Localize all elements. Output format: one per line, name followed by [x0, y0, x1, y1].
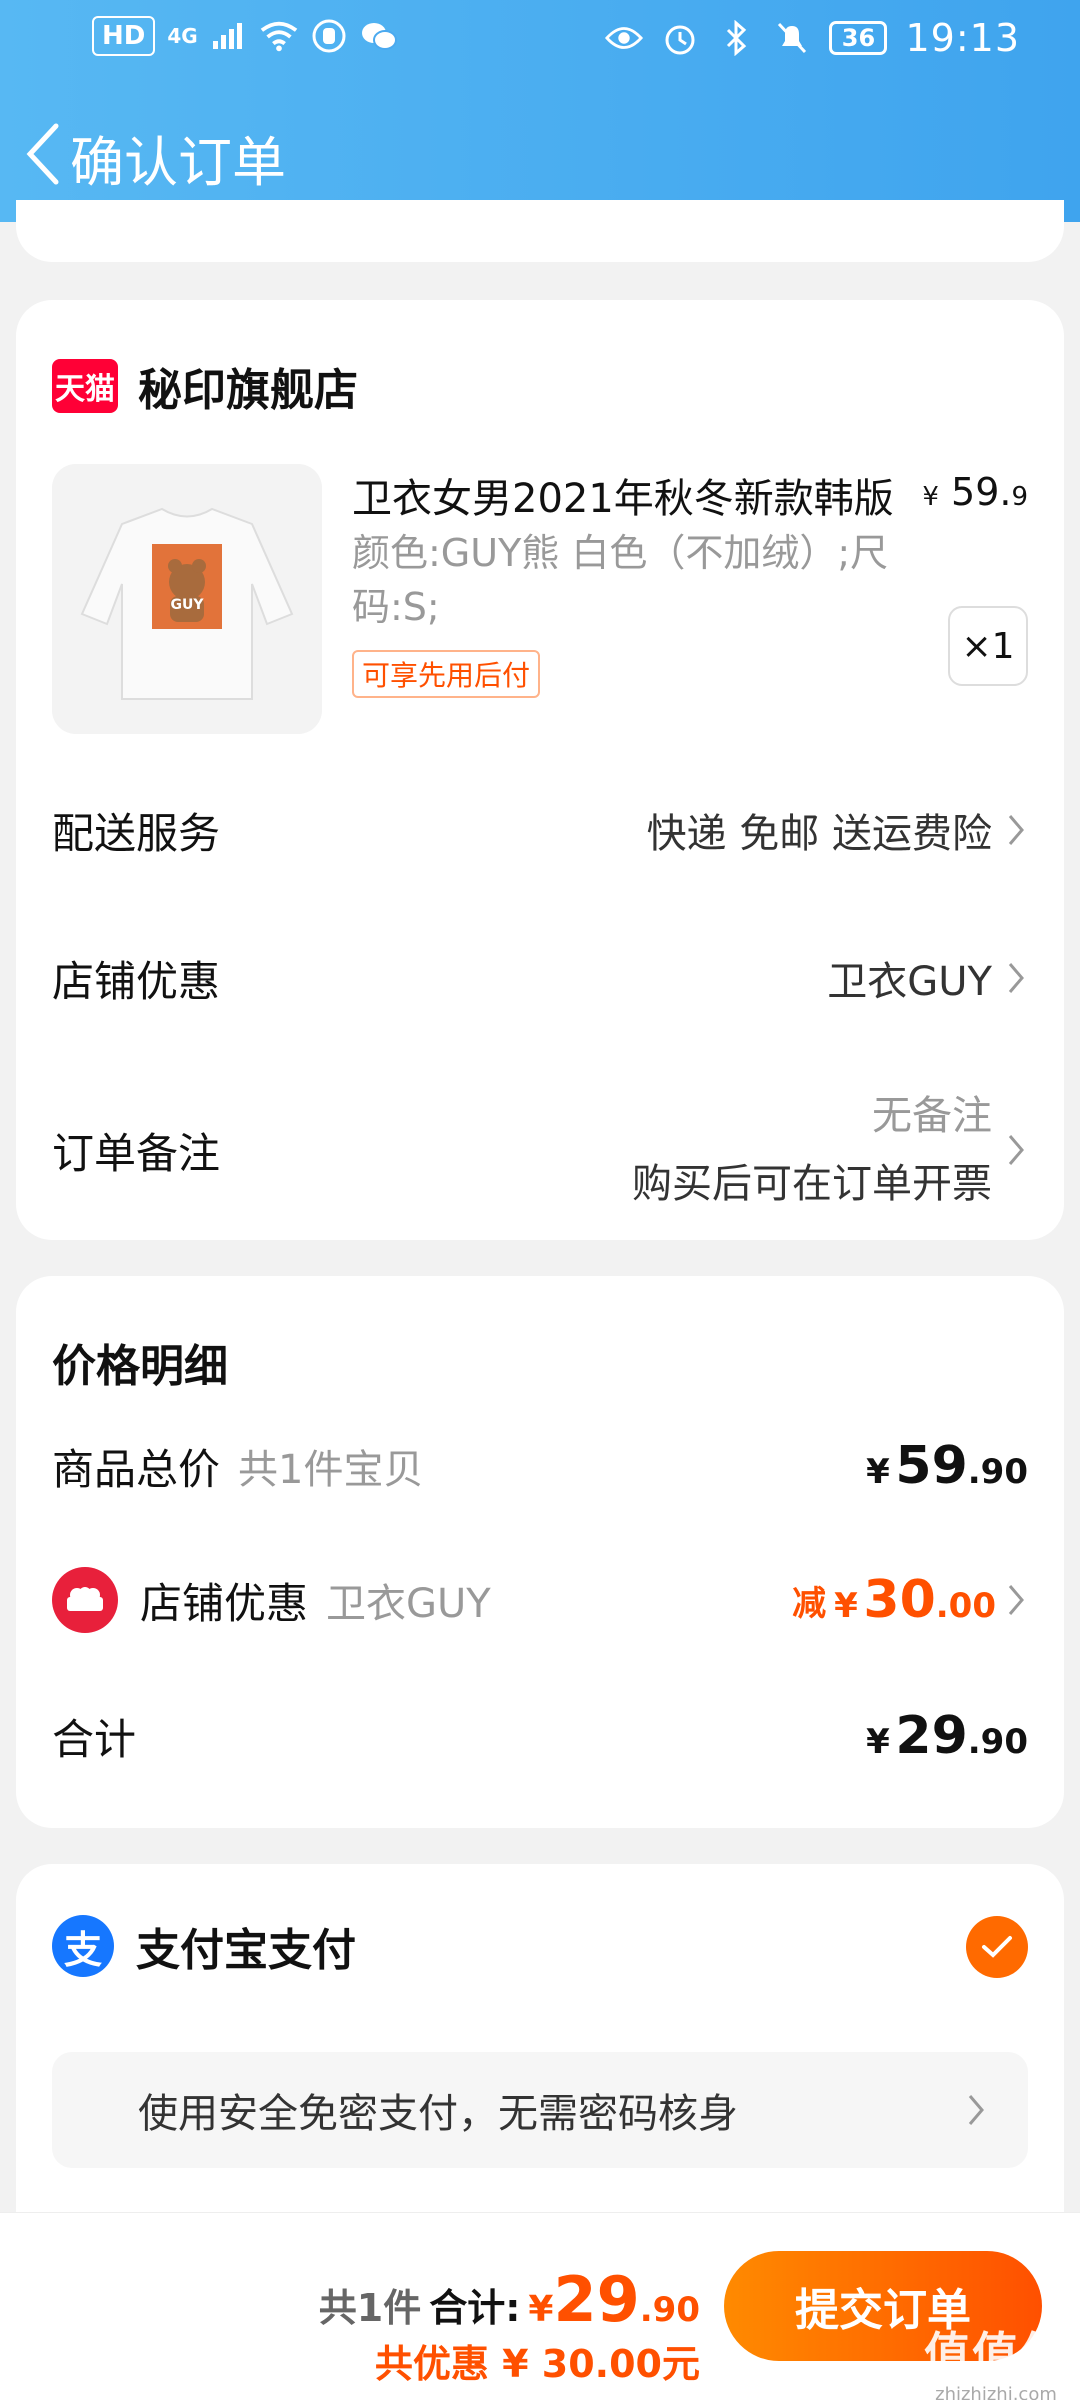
alarm-icon	[661, 19, 699, 57]
shop-name: 秘印旗舰店	[138, 365, 358, 416]
chevron-right-icon	[968, 2095, 984, 2125]
watermark-logo: 值值值	[924, 2327, 1068, 2381]
checkout-bar: 共1件 合计: ¥29.90 共优惠 ¥ 30.00元 提交订单	[0, 2212, 1080, 2400]
wechat-icon	[360, 17, 398, 55]
product-image-text: GUY	[171, 597, 205, 613]
order-note-row[interactable]: 订单备注 无备注 购买后可在订单开票	[52, 1080, 1028, 1220]
shop-coupon-icon	[52, 1567, 118, 1633]
payment-card: 支 支付宝支付 使用安全免密支付，无需密码核身	[16, 1864, 1064, 2214]
shop-card: 天猫 秘印旗舰店 GUY 卫衣女男2021年秋冬新款韩版 ¥ 59.9 颜色:G…	[16, 300, 1064, 1240]
payment-method-name: 支付宝支付	[136, 1925, 356, 1976]
order-total-row: 合计 ¥ 29.90	[52, 1696, 1028, 1776]
status-bar: HD 4G 36 19:13	[0, 0, 1080, 80]
product-title[interactable]: 卫衣女男2021年秋冬新款韩版	[352, 466, 894, 524]
chevron-right-icon	[1008, 963, 1024, 993]
password-free-tip[interactable]: 使用安全免密支付，无需密码核身	[52, 2052, 1028, 2168]
selected-check-icon[interactable]	[966, 1916, 1028, 1978]
back-arrow-icon[interactable]	[18, 118, 78, 188]
bluetooth-icon	[717, 19, 755, 57]
pay-later-badge: 可享先用后付	[352, 650, 541, 698]
product-sku[interactable]: 颜色:GUY熊 白色（不加绒）;尺码:S;	[352, 526, 932, 634]
shop-coupon-value: 卫衣GUY	[827, 959, 992, 1005]
alipay-icon: 支	[52, 1915, 114, 1977]
chevron-right-icon	[1008, 1135, 1024, 1165]
network-type: 4G	[167, 24, 198, 48]
item-count: 共1件	[318, 2286, 422, 2330]
order-total-label: 合计	[52, 1714, 137, 1764]
quantity-stepper[interactable]: ×1	[948, 606, 1028, 686]
watermark-url: zhizhizhi.com	[935, 2384, 1057, 2400]
checkout-summary: 共1件 合计: ¥29.90	[319, 2263, 700, 2336]
total-label: 合计:	[429, 2286, 521, 2330]
address-card-stub	[16, 200, 1064, 262]
signal-icon	[210, 17, 248, 55]
product-image[interactable]: GUY	[52, 464, 322, 734]
mute-bell-icon	[773, 19, 811, 57]
shop-discount-row[interactable]: 店铺优惠 卫衣GUY 减 ¥ 30.00	[52, 1560, 1028, 1640]
product-price: ¥ 59.9	[922, 470, 1028, 514]
wifi-icon	[260, 17, 298, 55]
eye-icon	[605, 19, 644, 57]
total-amount: ¥29.90	[528, 2263, 700, 2336]
password-free-text: 使用安全免密支付，无需密码核身	[138, 2091, 738, 2137]
order-note-label: 订单备注	[52, 1128, 221, 1178]
shop-coupon-label: 店铺优惠	[52, 956, 221, 1006]
clock: 19:13	[905, 16, 1020, 60]
goods-count: 共1件宝贝	[238, 1447, 424, 1493]
hand-icon	[310, 17, 348, 55]
page-title: 确认订单	[70, 131, 286, 194]
shop-discount-label: 店铺优惠	[140, 1578, 309, 1628]
delivery-value: 快递 免邮 送运费险	[646, 811, 992, 857]
chevron-right-icon	[1008, 815, 1024, 845]
delivery-row[interactable]: 配送服务 快递 免邮 送运费险	[52, 800, 1028, 860]
delivery-label: 配送服务	[52, 808, 221, 858]
shop-header[interactable]: 天猫 秘印旗舰店	[52, 354, 358, 418]
tmall-logo-icon: 天猫	[52, 359, 118, 413]
chevron-right-icon	[1008, 1585, 1024, 1615]
goods-total-label: 商品总价	[52, 1444, 221, 1494]
price-detail-title: 价格明细	[52, 1341, 228, 1392]
nav-bar: 确认订单	[0, 100, 1080, 200]
shop-discount-amount: 减 ¥ 30.00	[792, 1570, 1028, 1630]
goods-total-amount: ¥ 59.90	[866, 1436, 1028, 1496]
header: HD 4G 36 19:13 确认订单	[0, 0, 1080, 222]
order-total-amount: ¥ 29.90	[866, 1706, 1028, 1766]
shop-coupon-row[interactable]: 店铺优惠 卫衣GUY	[52, 948, 1028, 1008]
total-saved: 共优惠 ¥ 30.00元	[374, 2342, 700, 2386]
watermark: 值值值 zhizhizhi.com	[924, 2318, 1068, 2400]
price-detail-card: 价格明细 商品总价 共1件宝贝 ¥ 59.90 店铺优惠 卫衣GUY 减 ¥ 3…	[16, 1276, 1064, 1828]
goods-total-row: 商品总价 共1件宝贝 ¥ 59.90	[52, 1426, 1028, 1506]
invoice-hint: 购买后可在订单开票	[632, 1161, 992, 1207]
alipay-option[interactable]: 支 支付宝支付	[52, 1914, 356, 1978]
hd-indicator: HD	[92, 16, 156, 56]
shop-discount-name: 卫衣GUY	[326, 1581, 491, 1627]
order-note-placeholder: 无备注	[872, 1093, 992, 1139]
battery-icon: 36	[829, 21, 888, 55]
